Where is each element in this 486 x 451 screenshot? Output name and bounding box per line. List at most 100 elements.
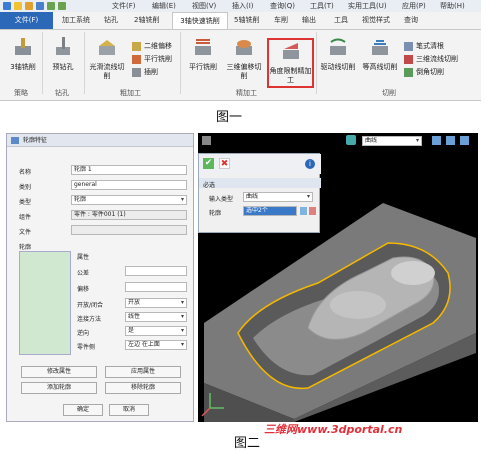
clear-icon[interactable] (309, 207, 316, 215)
twod-offset-button[interactable]: 二维偏移 (132, 41, 172, 51)
offset-field[interactable] (125, 282, 187, 292)
properties-header: 属性 (77, 254, 90, 261)
parallel-cut-button[interactable]: 平行铣削 (132, 54, 172, 64)
remove-contour-button[interactable]: 移除轮廓 (105, 382, 181, 394)
threed-offset-label: 三维偏移切削 (226, 63, 262, 80)
predrill-button[interactable]: 预钻孔 (46, 36, 80, 72)
tab-output[interactable]: 输出 (302, 15, 316, 25)
menu-file[interactable]: 文件(F) (112, 1, 136, 11)
command-panel-header: ✔ ✖ i (199, 154, 321, 174)
tolerance-field[interactable] (125, 266, 187, 276)
component-label: 组件 (19, 214, 32, 221)
type-select[interactable]: 轮廓 (71, 195, 187, 205)
info-icon[interactable]: i (305, 159, 315, 169)
tab-tools[interactable]: 工具 (334, 15, 348, 25)
tab-visual-style[interactable]: 视觉样式 (362, 15, 390, 25)
figure1-caption: 图一 (216, 110, 243, 125)
mill3-label: 3轴铣削 (10, 63, 36, 71)
menu-help[interactable]: 帮助(H) (440, 1, 465, 11)
cancel-x-icon[interactable]: ✖ (219, 158, 230, 169)
apply-properties-button[interactable]: 应用属性 (105, 366, 181, 378)
smooth-flow-label: 光滑流线切削 (89, 63, 125, 80)
open-closed-select[interactable]: 开放 (125, 298, 187, 308)
contour-list[interactable] (19, 251, 71, 355)
tab-turning[interactable]: 车削 (274, 15, 288, 25)
menu-insert[interactable]: 插入(I) (232, 1, 254, 11)
new-file-icon[interactable] (14, 2, 22, 10)
mill3-icon (15, 38, 31, 55)
input-type-select[interactable]: 曲线 (243, 192, 313, 202)
expand-icon[interactable] (300, 207, 307, 215)
tab-2axis[interactable]: 2轴铣削 (134, 15, 159, 25)
boss-ridge (330, 291, 386, 319)
group-divider (180, 32, 181, 94)
required-section[interactable]: 必选 (199, 178, 321, 189)
part-side-select[interactable]: 左边 在上面 (125, 340, 187, 350)
category-field[interactable]: general (71, 180, 187, 190)
twod-offset-label: 二维偏移 (144, 42, 172, 50)
tab-file[interactable]: 文件(F) (0, 12, 53, 29)
highlight-box (267, 38, 314, 88)
dialog-app-icon (11, 137, 19, 144)
parallel-mill-button[interactable]: 平行铣削 (184, 36, 222, 72)
contour-cut-button[interactable]: 等高线切削 (360, 36, 400, 72)
predrill-icon (56, 37, 70, 55)
boss-neck (391, 261, 435, 285)
connect-method-select[interactable]: 线性 (125, 312, 187, 322)
name-label: 名称 (19, 169, 32, 176)
tab-drill[interactable]: 钻孔 (104, 15, 118, 25)
parallel-mill-label: 平行铣削 (189, 63, 217, 71)
ok-button[interactable]: 确定 (63, 404, 103, 416)
group-label-finish: 精加工 (236, 89, 257, 97)
connect-method-label: 连接方法 (77, 316, 102, 323)
cancel-button[interactable]: 取消 (109, 404, 149, 416)
contour-list-label: 轮廓 (19, 244, 32, 251)
offset-label: 偏移 (77, 286, 90, 293)
file-field (71, 225, 187, 235)
smooth-flow-icon (99, 40, 115, 55)
redo-icon[interactable] (58, 2, 66, 10)
parallel-cut-icon (132, 54, 141, 64)
tab-3axis-fast[interactable]: 3轴快速铣削 (172, 12, 228, 29)
app-icon[interactable] (3, 2, 11, 10)
drive-cut-button[interactable]: 驱动线切削 (318, 36, 358, 72)
menu-edit[interactable]: 编辑(E) (152, 1, 176, 11)
add-contour-button[interactable]: 添加轮廓 (21, 382, 97, 394)
menu-utilities[interactable]: 实用工具(U) (348, 1, 387, 11)
reverse-select[interactable]: 是 (125, 326, 187, 336)
ribbon-tab-bar: 文件(F) 加工系统 钻孔 2轴铣削 3轴快速铣削 5轴铣削 车削 输出 工具 … (0, 12, 481, 30)
type-label: 类型 (19, 199, 32, 206)
threed-offset-button[interactable]: 三维偏移切削 (224, 36, 264, 81)
menu-apps[interactable]: 应用(P) (402, 1, 426, 11)
flowline3d-button[interactable]: 三维流线切削 (404, 54, 458, 64)
plunge-button[interactable]: 插削 (132, 67, 158, 77)
contour-selection-field[interactable]: 选中2个 (243, 206, 297, 216)
tab-5axis[interactable]: 5轴铣削 (234, 15, 259, 25)
part-side-label: 零件侧 (77, 344, 96, 351)
confirm-check-icon[interactable]: ✔ (203, 158, 214, 169)
chamfer-button[interactable]: 倒角切削 (404, 67, 444, 77)
group-label-drill: 钻孔 (55, 89, 69, 97)
plunge-icon (132, 67, 141, 77)
tab-query[interactable]: 查询 (404, 15, 418, 25)
undo-icon[interactable] (47, 2, 55, 10)
file-label: 文件 (19, 229, 32, 236)
name-field[interactable]: 轮廓 1 (71, 165, 187, 175)
save-icon[interactable] (36, 2, 44, 10)
menu-view[interactable]: 视图(V) (192, 1, 216, 11)
pencil-button[interactable]: 笔式清根 (404, 41, 444, 51)
modify-properties-button[interactable]: 修改属性 (21, 366, 97, 378)
contour-label: 轮廓 (209, 210, 222, 217)
tab-machining-system[interactable]: 加工系统 (62, 15, 90, 25)
open-folder-icon[interactable] (25, 2, 33, 10)
group-divider (84, 32, 85, 94)
ribbon-screenshot: 文件(F) 编辑(E) 视图(V) 插入(I) 查询(Q) 工具(T) 实用工具… (0, 0, 481, 101)
dialog-title: 轮廓特征 (7, 134, 193, 147)
menu-tools[interactable]: 工具(T) (310, 1, 334, 11)
category-label: 类别 (19, 184, 32, 191)
3d-viewport[interactable]: 曲线 ✔ ✖ i 必选 输入类型 曲线 轮廓 选中2个 (198, 133, 478, 422)
mill3-button[interactable]: 3轴铣削 (6, 36, 40, 72)
drive-cut-label: 驱动线切削 (320, 63, 356, 71)
smooth-flow-button[interactable]: 光滑流线切削 (88, 36, 126, 81)
menu-query[interactable]: 查询(Q) (270, 1, 295, 11)
